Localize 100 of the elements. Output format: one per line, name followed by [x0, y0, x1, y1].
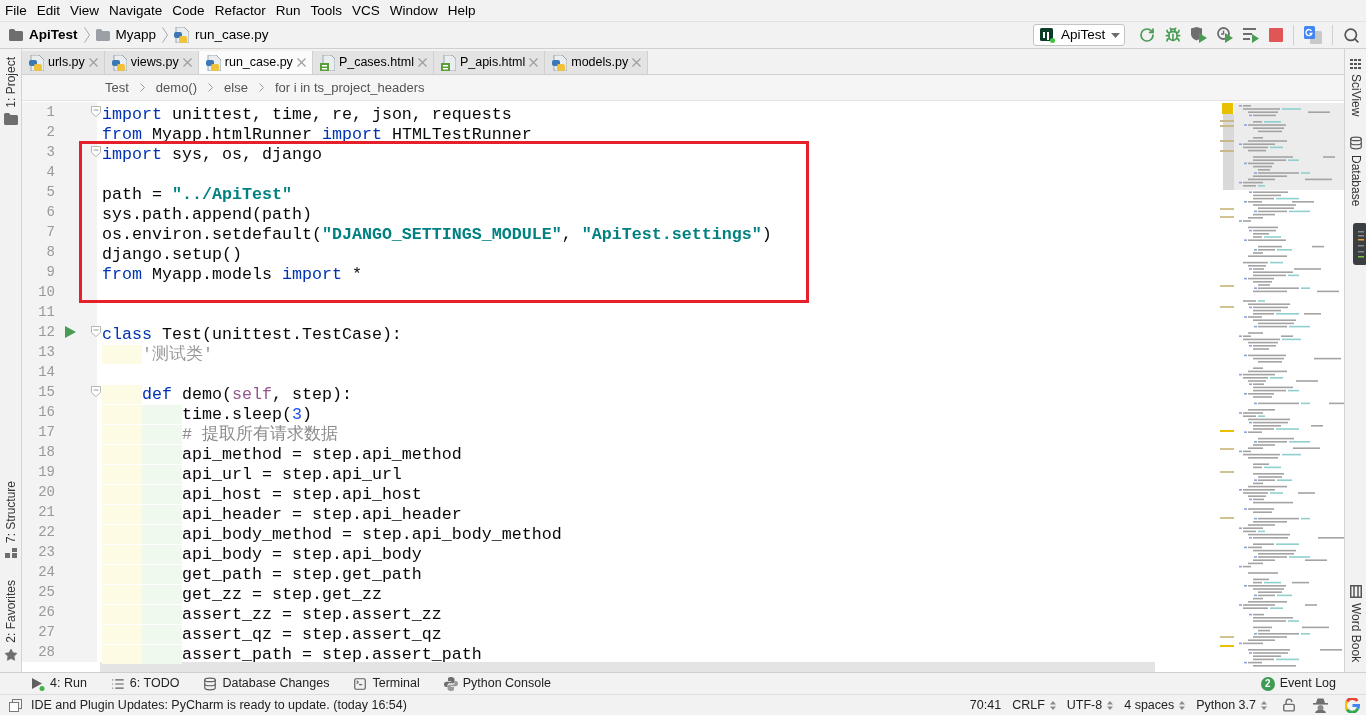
status-widget[interactable]: CRLF: [1012, 695, 1056, 715]
python-file-icon: [174, 27, 190, 43]
tool-window-button[interactable]: 1: Project: [1, 57, 20, 125]
close-icon[interactable]: [182, 58, 192, 67]
clock-play-icon[interactable]: [1217, 27, 1233, 43]
close-icon[interactable]: [296, 58, 306, 67]
list-play-icon[interactable]: [1243, 27, 1259, 43]
line-number: 5: [45, 183, 55, 202]
run-configuration-dropdown[interactable]: ApiTest: [1033, 24, 1125, 46]
close-icon[interactable]: [417, 58, 427, 67]
tool-window-button[interactable]: 6: TODO: [110, 674, 180, 693]
breadcrumb-item[interactable]: Test: [105, 77, 129, 98]
code-line: import unittest, time, re, json, requests: [102, 105, 512, 125]
editor-tab[interactable]: urls.py: [22, 51, 105, 74]
status-widget[interactable]: 70:41: [969, 695, 1002, 715]
breadcrumb-item[interactable]: demo(): [155, 77, 198, 98]
up-down-arrows-icon: [1261, 700, 1267, 710]
breadcrumb-item[interactable]: ApiTest: [9, 24, 78, 46]
search-icon[interactable]: [1343, 26, 1360, 44]
star-icon: [3, 648, 18, 662]
fold-marker-icon[interactable]: [91, 146, 101, 157]
status-widget[interactable]: UTF-8: [1066, 695, 1114, 715]
line-number: 7: [45, 223, 55, 242]
panel-toggle-icon[interactable]: [9, 698, 22, 712]
menu-item[interactable]: VCS: [346, 0, 385, 21]
line-number: 16: [37, 403, 55, 422]
tool-window-button[interactable]: SciView: [1346, 59, 1365, 117]
editor-tab[interactable]: views.py: [104, 51, 199, 74]
menu-item[interactable]: View: [65, 0, 105, 21]
tool-window-button[interactable]: 2: Favorites: [1, 580, 20, 662]
editor-tab[interactable]: models.py: [545, 51, 649, 74]
scrollbar-thumb[interactable]: [100, 662, 1155, 672]
folder-icon: [9, 29, 23, 41]
fold-marker-icon[interactable]: [91, 106, 101, 117]
tool-window-button[interactable]: 4: Run: [31, 674, 87, 693]
tool-window-button[interactable]: Word Book: [1346, 584, 1365, 662]
menu-item[interactable]: Help: [442, 0, 481, 21]
line-number: 26: [37, 603, 55, 622]
tool-window-button[interactable]: Database Changes: [203, 674, 330, 693]
bug-icon[interactable]: [1165, 27, 1181, 43]
chevron-right-icon: [208, 83, 214, 92]
editor-tab[interactable]: P_cases.html: [312, 51, 434, 74]
breadcrumb-item[interactable]: else: [224, 77, 248, 98]
line-number: 15: [37, 383, 55, 402]
line-number: 1: [45, 103, 55, 122]
menu-item[interactable]: Run: [270, 0, 306, 21]
tool-window-button[interactable]: 7: Structure: [1, 481, 20, 559]
menu-item[interactable]: Tools: [305, 0, 347, 21]
tool-window-button[interactable]: Python Console: [443, 674, 551, 693]
shield-play-icon[interactable]: [1191, 27, 1207, 43]
fold-marker-icon[interactable]: [91, 386, 101, 397]
run-icon[interactable]: [65, 326, 76, 338]
menu-item[interactable]: File: [0, 0, 32, 21]
book-icon: [1349, 584, 1362, 598]
menu-item[interactable]: Refactor: [209, 0, 271, 21]
line-number: 12: [37, 323, 55, 342]
breadcrumb-item[interactable]: for i in ts_project_headers: [274, 77, 425, 98]
close-icon[interactable]: [88, 58, 98, 67]
menu-item[interactable]: Edit: [31, 0, 66, 21]
up-down-arrows-icon: [1179, 700, 1186, 710]
breadcrumb-item[interactable]: run_case.py: [174, 24, 269, 46]
html-file-icon: [319, 54, 335, 71]
unlocked-lock-icon[interactable]: [1282, 698, 1296, 712]
list-icon: [110, 676, 125, 691]
memory-indicator-icon: [1352, 222, 1366, 265]
breadcrumb-item[interactable]: Myapp: [95, 24, 157, 46]
status-message[interactable]: IDE and Plugin Updates: PyCharm is ready to update. (today 16:54): [31, 695, 407, 715]
circular-arrow-icon[interactable]: [1139, 27, 1155, 43]
menu-item[interactable]: Navigate: [104, 0, 168, 21]
editor-tab[interactable]: run_case.py: [198, 51, 313, 74]
fold-marker-icon[interactable]: [91, 326, 101, 337]
tool-window-button[interactable]: Terminal: [353, 674, 420, 693]
database-icon: [1348, 136, 1363, 151]
code-line: import sys, os, django: [102, 145, 322, 165]
code-line: get_zz = step.get_zz: [102, 585, 382, 605]
status-widget[interactable]: 4 spaces: [1124, 695, 1186, 715]
inspector-hat-icon[interactable]: [1313, 697, 1328, 713]
line-number: 17: [37, 423, 55, 442]
up-down-arrows-icon: [1049, 700, 1056, 710]
translate-icon[interactable]: [1304, 26, 1322, 44]
menu-item[interactable]: Window: [384, 0, 443, 21]
line-number: 28: [37, 643, 55, 662]
folder-icon: [95, 29, 110, 41]
close-icon[interactable]: [632, 58, 642, 67]
code-line: api_body_method = step.api_body_method: [102, 525, 562, 545]
google-logo-icon[interactable]: [1345, 697, 1360, 713]
code-line: api_body = step.api_body: [102, 545, 422, 565]
code-line: api_header = step.api_header: [102, 505, 462, 525]
menu-item[interactable]: Code: [167, 0, 210, 21]
terminal-icon: [353, 676, 368, 691]
chevron-right-icon: [139, 83, 145, 92]
code-line: # 提取所有请求数据: [102, 425, 338, 445]
code-line: assert_qz = step.assert_qz: [102, 625, 442, 645]
event-log-button[interactable]: 2 Event Log: [1260, 674, 1336, 693]
editor-tab[interactable]: P_apis.html: [433, 51, 546, 74]
status-widget[interactable]: Python 3.7: [1196, 695, 1267, 715]
code-line: assert_path = step.assert_path: [102, 645, 482, 665]
close-icon[interactable]: [529, 58, 539, 67]
tool-window-button[interactable]: Database: [1346, 136, 1365, 207]
grid-icon: [1350, 59, 1361, 69]
